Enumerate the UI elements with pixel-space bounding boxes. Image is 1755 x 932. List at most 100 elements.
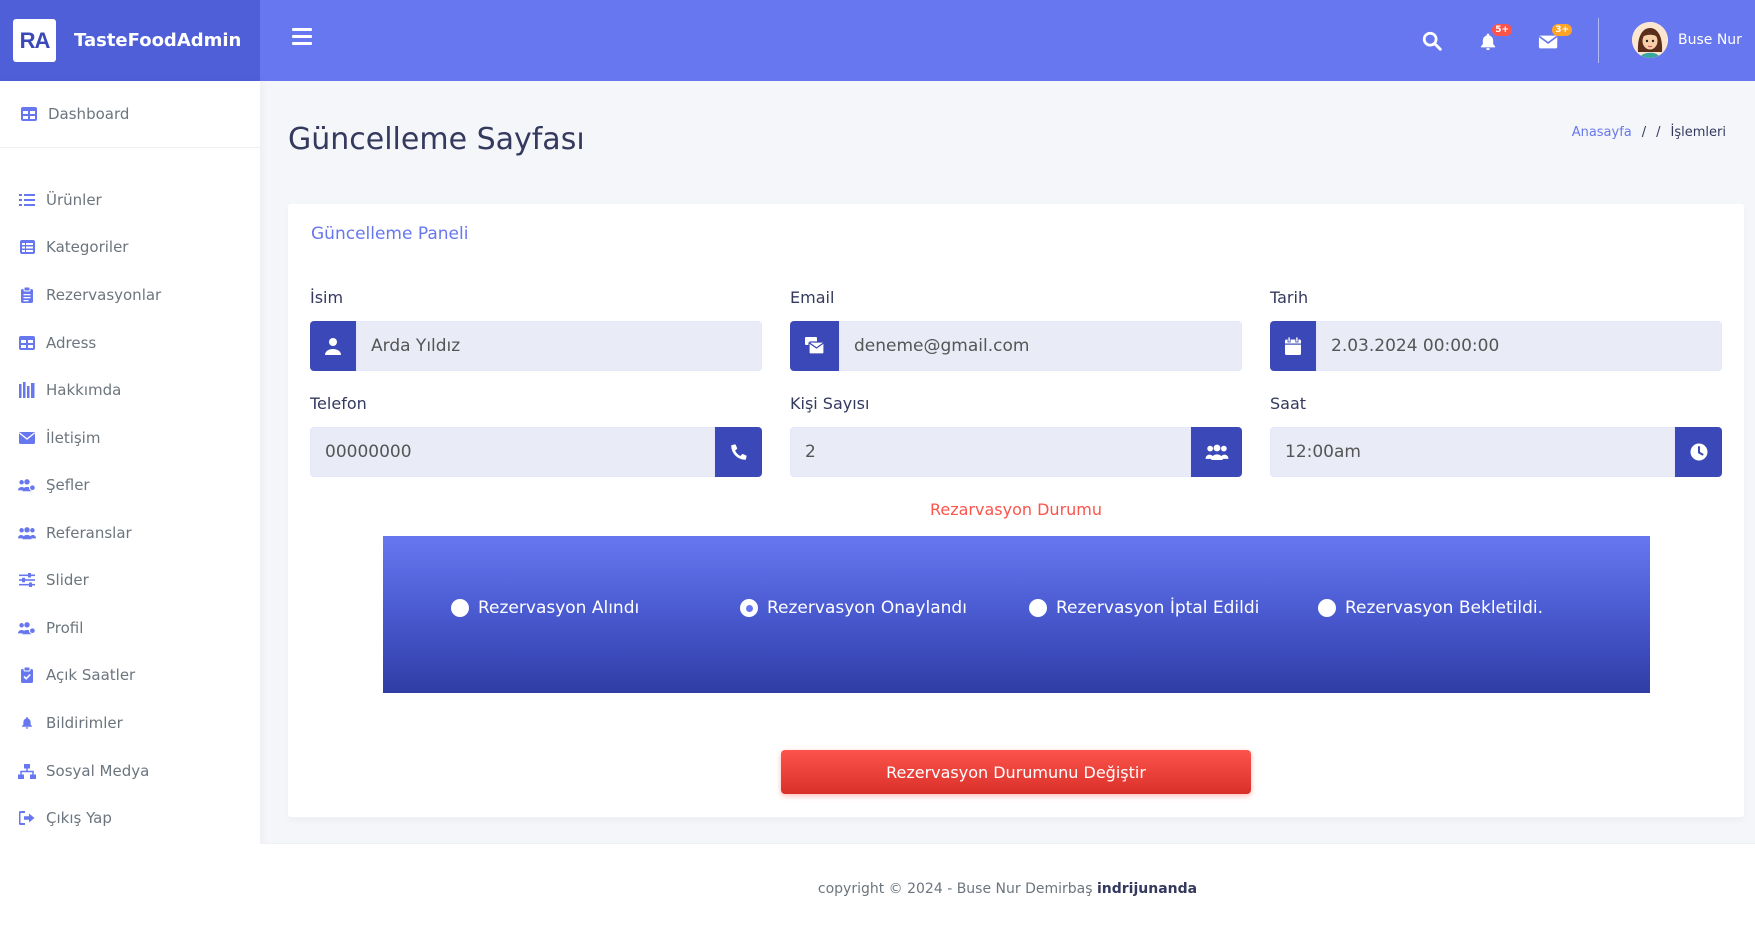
- brand-logo: RA: [13, 19, 56, 62]
- isim-label: İsim: [310, 288, 344, 307]
- footer-copyright: copyright © 2024 - Buse Nur Demirbaş ind…: [260, 881, 1755, 897]
- telefon-label: Telefon: [310, 394, 367, 413]
- kisi-sayisi-label: Kişi Sayısı: [790, 394, 870, 413]
- tarih-input[interactable]: [1316, 321, 1722, 371]
- sidebar-item-urunler[interactable]: Ürünler: [0, 180, 260, 220]
- sidebar-item-sosyal-medya[interactable]: Sosyal Medya: [0, 751, 260, 791]
- sidebar-item-label: Bildirimler: [46, 714, 123, 732]
- radio-button[interactable]: [1318, 599, 1336, 617]
- page-title: Güncelleme Sayfası: [288, 122, 585, 157]
- breadcrumb-separator: /: [1656, 125, 1661, 140]
- sidebar-item-label: İletişim: [46, 429, 101, 447]
- kisi-sayisi-field-group: Kişi Sayısı: [790, 394, 1242, 477]
- change-status-button[interactable]: Rezervasyon Durumunu Değiştir: [781, 750, 1251, 794]
- table-list-icon: [18, 239, 36, 255]
- sidebar-item-adress[interactable]: Adress: [0, 323, 260, 363]
- sidebar-item-label: Ürünler: [46, 191, 102, 209]
- breadcrumb-separator: /: [1641, 125, 1647, 140]
- sidebar-item-rezervasyonlar[interactable]: Rezervasyonlar: [0, 275, 260, 315]
- email-field-group: Email: [790, 288, 1242, 371]
- email-input[interactable]: [839, 321, 1242, 371]
- bell-icon: [18, 715, 36, 731]
- status-option-label: Rezervasyon Onaylandı: [767, 598, 967, 618]
- sidebar: Dashboard Ürünler Kategoriler Rezervasyo…: [0, 81, 260, 932]
- tarih-label: Tarih: [1270, 288, 1309, 307]
- status-option-label: Rezervasyon İptal Edildi: [1056, 598, 1260, 618]
- sidebar-item-slider[interactable]: Slider: [0, 560, 260, 600]
- users-cog-icon: [18, 477, 36, 493]
- status-option-iptal-edildi[interactable]: Rezervasyon İptal Edildi: [1029, 598, 1259, 618]
- update-panel-card: Güncelleme Paneli İsim Email Tarih: [288, 204, 1744, 817]
- sidebar-item-referanslar[interactable]: Referanslar: [0, 513, 260, 553]
- sidebar-item-label: Slider: [46, 571, 89, 589]
- radio-button[interactable]: [451, 599, 469, 617]
- user-cog-icon: [18, 620, 36, 636]
- breadcrumb-home-link[interactable]: Anasayfa: [1572, 125, 1632, 140]
- saat-label: Saat: [1270, 394, 1307, 413]
- sidebar-item-label: Hakkımda: [46, 381, 122, 399]
- mail-bulk-icon: [790, 321, 839, 371]
- clock-icon: [1675, 427, 1722, 477]
- sidebar-item-label: Çıkış Yap: [46, 809, 112, 827]
- sidebar-item-label: Açık Saatler: [46, 666, 136, 684]
- breadcrumb-current: İşlemleri: [1670, 125, 1726, 140]
- sidebar-item-sefler[interactable]: Şefler: [0, 465, 260, 505]
- status-option-alindi[interactable]: Rezervasyon Alındı: [451, 598, 639, 618]
- sidebar-item-dashboard[interactable]: Dashboard: [0, 81, 260, 148]
- messages-badge: 3+: [1552, 24, 1572, 36]
- brand[interactable]: RA TasteFoodAdmin: [0, 0, 260, 81]
- brand-name: TasteFoodAdmin: [74, 30, 242, 51]
- status-option-label: Rezervasyon Alındı: [478, 598, 640, 618]
- sidebar-item-hakkimda[interactable]: Hakkımda: [0, 370, 260, 410]
- sidebar-item-label: Rezervasyonlar: [46, 286, 162, 304]
- table-icon: [20, 106, 38, 122]
- users-icon: [1191, 427, 1242, 477]
- clipboard-check-icon: [18, 667, 36, 683]
- status-option-bekletildi[interactable]: Rezervasyon Bekletildi.: [1318, 598, 1543, 618]
- calendar-icon: [1270, 321, 1316, 371]
- sidebar-item-iletisim[interactable]: İletişim: [0, 418, 260, 458]
- messages-envelope-icon[interactable]: 3+: [1538, 24, 1572, 56]
- notifications-badge: 5+: [1492, 24, 1512, 36]
- user-menu[interactable]: Buse Nur: [1632, 22, 1742, 58]
- status-options-panel: Rezervasyon Alındı Rezervasyon Onaylandı…: [383, 536, 1650, 693]
- isim-input[interactable]: [356, 321, 762, 371]
- telefon-field-group: Telefon: [310, 394, 762, 477]
- radio-button-checked[interactable]: [740, 599, 758, 617]
- card-title: Güncelleme Paneli: [311, 224, 469, 244]
- sidebar-item-profil[interactable]: Profil: [0, 608, 260, 648]
- status-option-onaylandi[interactable]: Rezervasyon Onaylandı: [740, 598, 967, 618]
- sidebar-item-kategoriler[interactable]: Kategoriler: [0, 227, 260, 267]
- list-icon: [18, 192, 36, 208]
- breadcrumb: Anasayfa / / İşlemleri: [1572, 125, 1726, 140]
- sitemap-icon: [18, 763, 36, 779]
- sidebar-toggle-icon[interactable]: [292, 28, 312, 50]
- sidebar-item-bildirimler[interactable]: Bildirimler: [0, 703, 260, 743]
- footer: copyright © 2024 - Buse Nur Demirbaş ind…: [260, 843, 1755, 932]
- isim-field-group: İsim: [310, 288, 762, 371]
- avatar: [1632, 22, 1668, 58]
- sidebar-item-acik-saatler[interactable]: Açık Saatler: [0, 655, 260, 695]
- email-label: Email: [790, 288, 835, 307]
- copyright-text: copyright © 2024 - Buse Nur Demirbaş: [817, 881, 1093, 897]
- bars-icon: [18, 382, 36, 398]
- saat-field-group: Saat: [1270, 394, 1722, 477]
- users-icon: [18, 525, 36, 541]
- table-icon: [18, 335, 36, 351]
- notifications-bell-icon[interactable]: 5+: [1478, 24, 1512, 56]
- footer-author-link[interactable]: indrijunanda: [1097, 881, 1197, 897]
- sidebar-item-label: Dashboard: [48, 105, 130, 123]
- tarih-field-group: Tarih: [1270, 288, 1722, 371]
- search-icon[interactable]: [1421, 26, 1451, 56]
- sidebar-item-label: Referanslar: [46, 524, 132, 542]
- user-name: Buse Nur: [1678, 32, 1742, 48]
- top-navbar: RA TasteFoodAdmin 5+ 3+ Buse Nur: [0, 0, 1755, 81]
- kisi-sayisi-input[interactable]: [790, 427, 1191, 477]
- sign-out-icon: [18, 810, 36, 826]
- sidebar-item-cikis-yap[interactable]: Çıkış Yap: [0, 798, 260, 838]
- telefon-input[interactable]: [310, 427, 715, 477]
- saat-input[interactable]: [1270, 427, 1675, 477]
- sidebar-item-label: Sosyal Medya: [46, 762, 150, 780]
- radio-button[interactable]: [1029, 599, 1047, 617]
- sidebar-item-label: Şefler: [46, 476, 90, 494]
